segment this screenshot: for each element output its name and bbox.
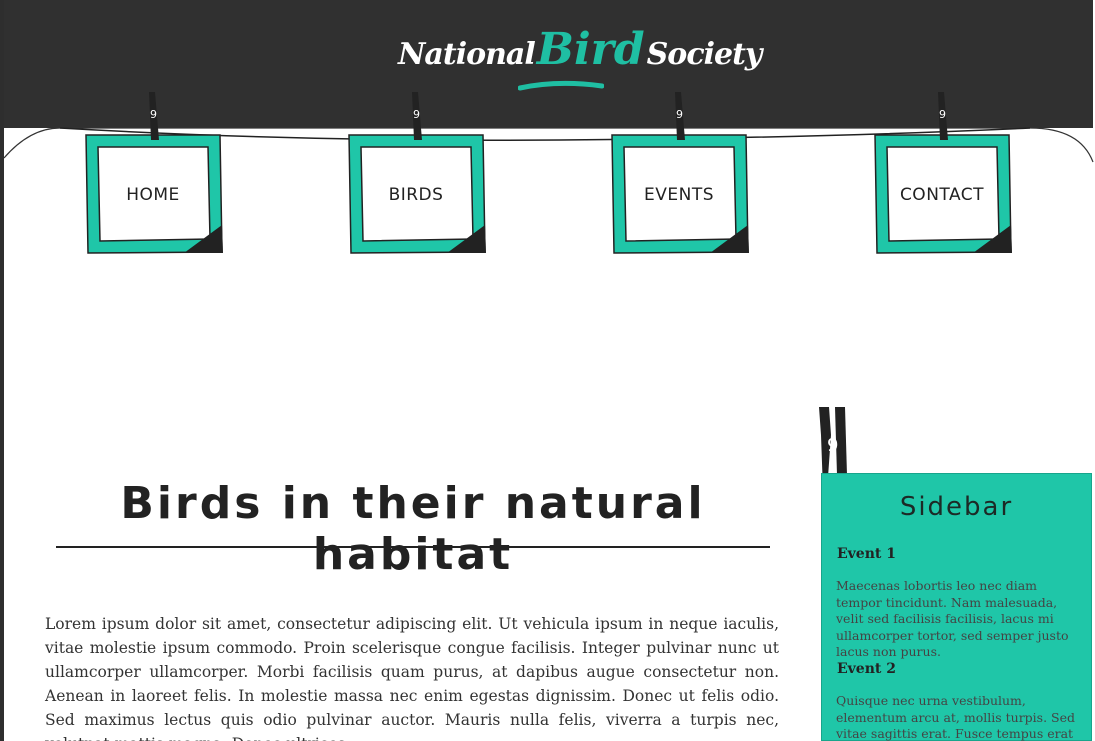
svg-text:9: 9 xyxy=(827,435,838,456)
logo-word-society: Society xyxy=(646,37,763,72)
clothespin-icon: 9 xyxy=(149,92,159,140)
page-title: Birds in their natural habitat xyxy=(120,478,706,580)
clothespin-icon: 9 xyxy=(938,92,948,140)
sidebar: Sidebar Event 1 Maecenas lobortis leo ne… xyxy=(821,473,1092,741)
event-description: Quisque nec urna vestibulum, elementum a… xyxy=(836,693,1076,741)
nav-item-contact[interactable]: Contact xyxy=(873,133,1012,254)
logo-swash xyxy=(518,80,604,91)
title-divider xyxy=(56,546,770,548)
svg-text:9: 9 xyxy=(413,108,420,121)
sidebar-title: Sidebar xyxy=(899,492,1014,522)
svg-text:9: 9 xyxy=(150,108,157,121)
svg-text:9: 9 xyxy=(939,108,946,121)
nav-label-birds: Birds xyxy=(388,185,444,205)
logo-word-bird: Bird xyxy=(536,24,645,75)
logo-word-national: National xyxy=(398,37,536,72)
nav-item-birds[interactable]: Birds xyxy=(347,133,486,254)
nav-label-events: Events xyxy=(643,185,714,205)
nav-item-events[interactable]: Events xyxy=(610,133,749,254)
event-description: Maecenas lobortis leo nec diam tempor ti… xyxy=(836,578,1069,659)
event-heading: Event 1 xyxy=(837,546,896,562)
main-paragraph: Lorem ipsum dolor sit amet, consectetur … xyxy=(45,615,779,741)
nav-item-home[interactable]: Home xyxy=(84,133,223,254)
page: National Bird Society Home 9 Birds 9 xyxy=(0,0,1095,741)
clothespin-icon: 9 xyxy=(412,92,422,140)
clothespin-icon: 9 xyxy=(675,92,685,140)
event-heading: Event 2 xyxy=(837,661,896,677)
nav-label-contact: Contact xyxy=(899,185,985,205)
svg-text:9: 9 xyxy=(676,108,683,121)
nav-label-home: Home xyxy=(126,185,180,205)
